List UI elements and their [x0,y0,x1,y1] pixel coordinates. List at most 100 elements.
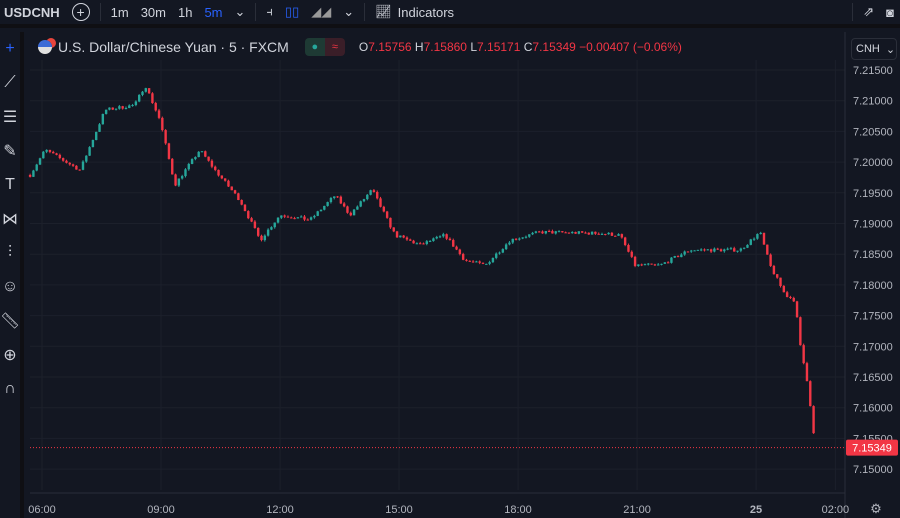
candle-body [359,201,362,207]
time-tick-label: 02:00 [822,504,850,516]
candle-body [319,209,323,212]
price-tick-label: 7.18500 [853,249,893,261]
settings-gear-icon[interactable]: ⚙ [870,501,882,516]
candle-body [75,165,78,170]
delayed-data-icon: ≈ [324,38,345,56]
candle-body [537,231,541,233]
candle-body [174,174,177,186]
candle-body [237,193,240,201]
candle-body [584,232,587,234]
time-tick-label: 12:00 [266,504,294,516]
price-tick-label: 7.19500 [853,188,893,200]
candle-body [789,296,792,298]
candle-body [293,218,296,220]
candle-body [488,262,491,264]
candle-body [243,204,247,212]
candle-body [772,265,776,275]
candle-body [422,243,425,245]
candle-body [617,234,620,236]
symbol-title: U.S. Dollar/Chinese Yuan · 5 · FXCM [58,39,289,55]
candle-body [686,251,690,253]
candle-body [445,234,448,239]
candle-body [465,259,468,261]
time-tick-label: 15:00 [385,504,413,516]
candle-body [184,169,187,177]
candle-body [240,200,243,205]
candle-body [709,249,713,252]
candle-body [554,231,557,234]
currency-value: CNH [856,43,880,55]
candle-body [197,151,200,158]
candle-body [699,249,703,251]
candle-body [402,235,405,238]
candle-body [204,151,207,157]
candle-body [471,261,475,263]
candle-body [128,105,131,109]
candle-body [594,231,597,234]
candle-body [118,106,121,109]
candle-body [733,248,736,252]
candle-body [111,107,114,110]
candle-body [524,236,528,238]
price-chart[interactable]: 7.21500 7.21000 7.20500 7.20000 7.19500 7.190… [0,0,900,518]
candle-body [504,244,508,250]
market-open-dot-icon: ● [304,38,325,56]
candle-body [342,203,346,207]
candle-body [782,286,786,293]
candle-body [260,235,263,241]
candle-body [647,263,650,265]
candle-body [633,256,637,266]
candle-body [746,244,749,248]
candle-body [61,158,65,161]
candle-body [561,231,564,233]
low-label: L [470,40,478,54]
candle-body [802,345,805,364]
candle-body [316,211,319,216]
candle-body [468,260,471,262]
candle-body [766,244,769,255]
candle-body [567,232,571,234]
time-tick-label: 06:00 [28,504,56,516]
candle-body [230,186,233,191]
candle-body [35,164,38,171]
candle-body [180,176,184,179]
candle-body [65,160,68,163]
candle-body [693,250,696,252]
candle-body [405,237,409,240]
candle-body [495,253,498,258]
candle-body [329,197,333,203]
candle-body [369,190,372,195]
candle-body [623,237,627,246]
candle-body [71,164,75,166]
candle-body [528,234,531,237]
price-tick-label: 7.15000 [853,464,893,476]
candle-body [531,232,534,235]
candle-body [382,206,386,212]
candle-body [376,191,379,199]
candle-body [809,381,812,407]
candle-body [769,254,772,266]
candle-body [141,91,144,95]
candle-body [478,261,481,263]
high-value: 7.15860 [423,40,467,54]
candle-body [610,232,614,236]
candle-body [713,248,716,252]
candle-body [643,264,647,266]
candle-body [442,234,445,237]
candle-body [98,124,101,132]
candle-body [52,151,55,154]
candle-body [742,247,746,249]
candle-body [362,199,366,202]
candle-body [670,257,673,263]
candle-body [352,209,356,216]
candle-body [323,205,326,210]
candle-body [461,254,465,260]
candle-body [452,240,455,247]
market-status-pill[interactable]: ● ≈ [304,38,345,56]
candle-body [425,241,428,244]
currency-select[interactable]: CNH ⌄ [851,38,897,60]
candle-body [194,157,197,160]
candle-body [296,217,300,219]
candle-body [577,231,581,234]
candle-body [752,238,756,240]
